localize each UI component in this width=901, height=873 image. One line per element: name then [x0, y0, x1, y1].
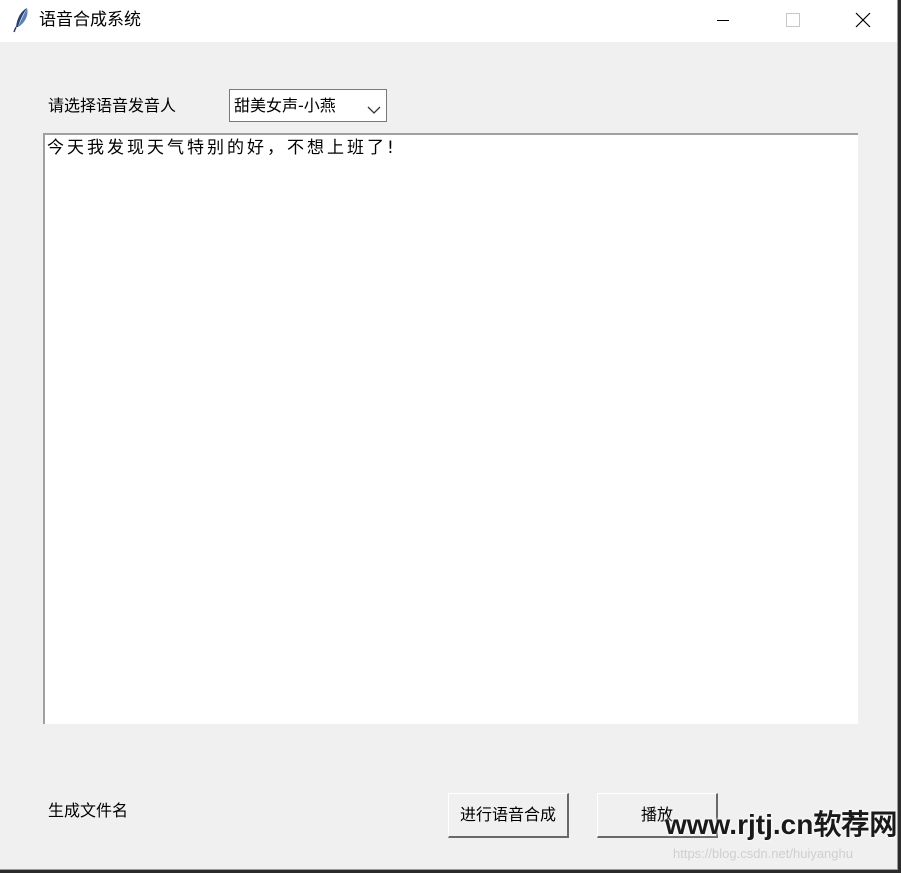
app-window: 语音合成系统 请选择语音发音人 甜美女声-小燕 今天我发现天气特别的好，不想上班…	[0, 0, 898, 870]
maximize-button[interactable]	[758, 0, 828, 42]
site-watermark: www.rjtj.cn软荐网	[665, 809, 898, 840]
speaker-label: 请选择语音发音人	[48, 96, 177, 115]
synthesize-button[interactable]: 进行语音合成	[448, 793, 569, 838]
minimize-button[interactable]	[688, 0, 758, 42]
feather-icon	[12, 7, 32, 33]
text-input-area[interactable]: 今天我发现天气特别的好，不想上班了!	[43, 133, 858, 724]
url-watermark: https://blog.csdn.net/huiyanghu	[673, 846, 853, 861]
text-input-content: 今天我发现天气特别的好，不想上班了!	[47, 138, 397, 158]
chevron-down-icon[interactable]	[367, 100, 381, 114]
close-button[interactable]	[828, 0, 897, 42]
speaker-select[interactable]: 甜美女声-小燕	[229, 89, 387, 122]
title-bar: 语音合成系统	[0, 0, 897, 42]
window-title: 语音合成系统	[39, 10, 141, 30]
speaker-select-value: 甜美女声-小燕	[234, 96, 336, 115]
file-name-label: 生成文件名	[48, 801, 129, 820]
